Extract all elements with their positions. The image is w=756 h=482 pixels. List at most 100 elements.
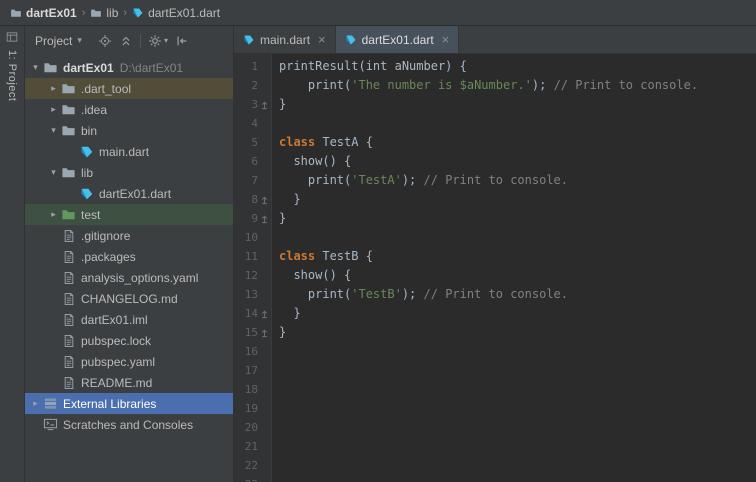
tree-item-main-dart[interactable]: main.dart bbox=[25, 141, 233, 162]
code-line[interactable] bbox=[279, 342, 756, 361]
line-number: 16 bbox=[244, 345, 258, 358]
tree-item-label: README.md bbox=[81, 375, 153, 390]
code-line[interactable]: class TestA { bbox=[279, 133, 756, 152]
project-view-dropdown[interactable]: Project ▾ bbox=[31, 32, 86, 50]
code-token: 'The number is $aNumber.' bbox=[351, 78, 532, 92]
tree-item-analysis-options-yaml[interactable]: analysis_options.yaml bbox=[25, 267, 233, 288]
tree-item-label: lib bbox=[81, 165, 94, 180]
tree-item-lib[interactable]: ▾ lib bbox=[25, 162, 233, 183]
tree-item-dartex01-dart[interactable]: dartEx01.dart bbox=[25, 183, 233, 204]
settings-icon[interactable]: ▾ bbox=[148, 34, 168, 48]
gutter-line: 18 bbox=[234, 380, 271, 399]
code-line[interactable]: print('TestA'); // Print to console. bbox=[279, 171, 756, 190]
code-line[interactable]: print('The number is $aNumber.'); // Pri… bbox=[279, 76, 756, 95]
tree-item-dart-tool[interactable]: ▸ .dart_tool bbox=[25, 78, 233, 99]
fold-end-icon[interactable] bbox=[258, 95, 271, 114]
tree-item-external-libraries[interactable]: ▸ External Libraries bbox=[25, 393, 233, 414]
code-line[interactable]: } bbox=[279, 323, 756, 342]
code-token: show() { bbox=[279, 154, 352, 168]
tree-collapsed-arrow-icon[interactable]: ▸ bbox=[47, 83, 60, 94]
gutter-line: 15 bbox=[234, 323, 271, 342]
gutter-line: 14 bbox=[234, 304, 271, 323]
line-number: 11 bbox=[244, 250, 258, 263]
code-line[interactable]: show() { bbox=[279, 152, 756, 171]
hide-icon[interactable] bbox=[175, 34, 189, 48]
breadcrumb-item-dartex01[interactable]: dartEx01 bbox=[7, 6, 80, 20]
editor-tab-main-dart[interactable]: main.dart × bbox=[234, 26, 336, 53]
tree-collapsed-arrow-icon[interactable]: ▸ bbox=[29, 398, 42, 409]
code-line[interactable] bbox=[279, 361, 756, 380]
code-line[interactable]: } bbox=[279, 304, 756, 323]
gutter-line: 8 bbox=[234, 190, 271, 209]
tree-item-scratches-and-consoles[interactable]: Scratches and Consoles bbox=[25, 414, 233, 435]
tree-item-test[interactable]: ▸ test bbox=[25, 204, 233, 225]
code-line[interactable] bbox=[279, 399, 756, 418]
gutter-line: 3 bbox=[234, 95, 271, 114]
tree-item-idea[interactable]: ▸ .idea bbox=[25, 99, 233, 120]
code-line[interactable]: show() { bbox=[279, 266, 756, 285]
folder-icon bbox=[42, 60, 59, 75]
folder-icon bbox=[60, 165, 77, 180]
fold-end-icon[interactable] bbox=[258, 190, 271, 209]
line-number: 2 bbox=[251, 79, 258, 92]
code-token: ); bbox=[401, 173, 424, 187]
code-line[interactable]: print('TestB'); // Print to console. bbox=[279, 285, 756, 304]
tree-collapsed-arrow-icon[interactable]: ▸ bbox=[47, 209, 60, 220]
code-line[interactable] bbox=[279, 456, 756, 475]
locate-icon[interactable] bbox=[98, 34, 112, 48]
code-editor[interactable]: printResult(int aNumber) { print('The nu… bbox=[272, 54, 756, 482]
tree-item-gitignore[interactable]: .gitignore bbox=[25, 225, 233, 246]
project-panel-header: Project ▾ ▾ bbox=[25, 26, 233, 55]
editor-tab-bar: main.dart × dartEx01.dart × bbox=[234, 26, 756, 54]
line-number: 4 bbox=[251, 117, 258, 130]
gutter-line: 4 bbox=[234, 114, 271, 133]
folder-icon bbox=[60, 102, 77, 117]
code-line[interactable]: } bbox=[279, 190, 756, 209]
breadcrumb-item-dartex01-dart[interactable]: dartEx01.dart bbox=[129, 6, 223, 20]
project-tree: ▾ dartEx01 D:\dartEx01 ▸ .dart_tool ▸ .idea ▾ bi… bbox=[25, 55, 233, 482]
tree-item-readme-md[interactable]: README.md bbox=[25, 372, 233, 393]
code-line[interactable] bbox=[279, 418, 756, 437]
code-line[interactable] bbox=[279, 228, 756, 247]
gutter-line: 17 bbox=[234, 361, 271, 380]
tab-close-icon[interactable]: × bbox=[442, 33, 450, 46]
code-line[interactable]: class TestB { bbox=[279, 247, 756, 266]
tree-item-changelog-md[interactable]: CHANGELOG.md bbox=[25, 288, 233, 309]
fold-end-icon[interactable] bbox=[258, 304, 271, 323]
editor-tab-dartex01-dart[interactable]: dartEx01.dart × bbox=[335, 26, 460, 53]
code-token: printResult(int aNumber) { bbox=[279, 59, 467, 73]
collapse-all-icon[interactable] bbox=[119, 34, 133, 48]
line-number: 8 bbox=[251, 193, 258, 206]
tree-item-label: pubspec.yaml bbox=[81, 354, 156, 369]
tree-item-pubspec-lock[interactable]: pubspec.lock bbox=[25, 330, 233, 351]
code-line[interactable] bbox=[279, 437, 756, 456]
code-line[interactable]: printResult(int aNumber) { bbox=[279, 57, 756, 76]
tree-expanded-arrow-icon[interactable]: ▾ bbox=[47, 125, 60, 136]
code-line[interactable] bbox=[279, 380, 756, 399]
fold-end-icon[interactable] bbox=[258, 323, 271, 342]
line-number: 15 bbox=[244, 326, 258, 339]
tab-close-icon[interactable]: × bbox=[318, 33, 326, 46]
tree-item-bin[interactable]: ▾ bin bbox=[25, 120, 233, 141]
tree-item-dartex01[interactable]: ▾ dartEx01 D:\dartEx01 bbox=[25, 57, 233, 78]
tree-item-packages[interactable]: .packages bbox=[25, 246, 233, 267]
tree-item-pubspec-yaml[interactable]: pubspec.yaml bbox=[25, 351, 233, 372]
breadcrumb-item-lib[interactable]: lib bbox=[87, 6, 121, 20]
tree-expanded-arrow-icon[interactable]: ▾ bbox=[29, 62, 42, 73]
tree-item-dartex01-iml[interactable]: dartEx01.iml bbox=[25, 309, 233, 330]
code-line[interactable] bbox=[279, 114, 756, 133]
fold-end-icon[interactable] bbox=[258, 209, 271, 228]
code-line[interactable] bbox=[279, 475, 756, 482]
tree-expanded-arrow-icon[interactable]: ▾ bbox=[47, 167, 60, 178]
code-line[interactable]: } bbox=[279, 95, 756, 114]
code-line[interactable]: } bbox=[279, 209, 756, 228]
project-stripe-button[interactable]: 1: Project bbox=[6, 31, 18, 101]
code-token: // Print to console. bbox=[423, 173, 569, 187]
tree-collapsed-arrow-icon[interactable]: ▸ bbox=[47, 104, 60, 115]
